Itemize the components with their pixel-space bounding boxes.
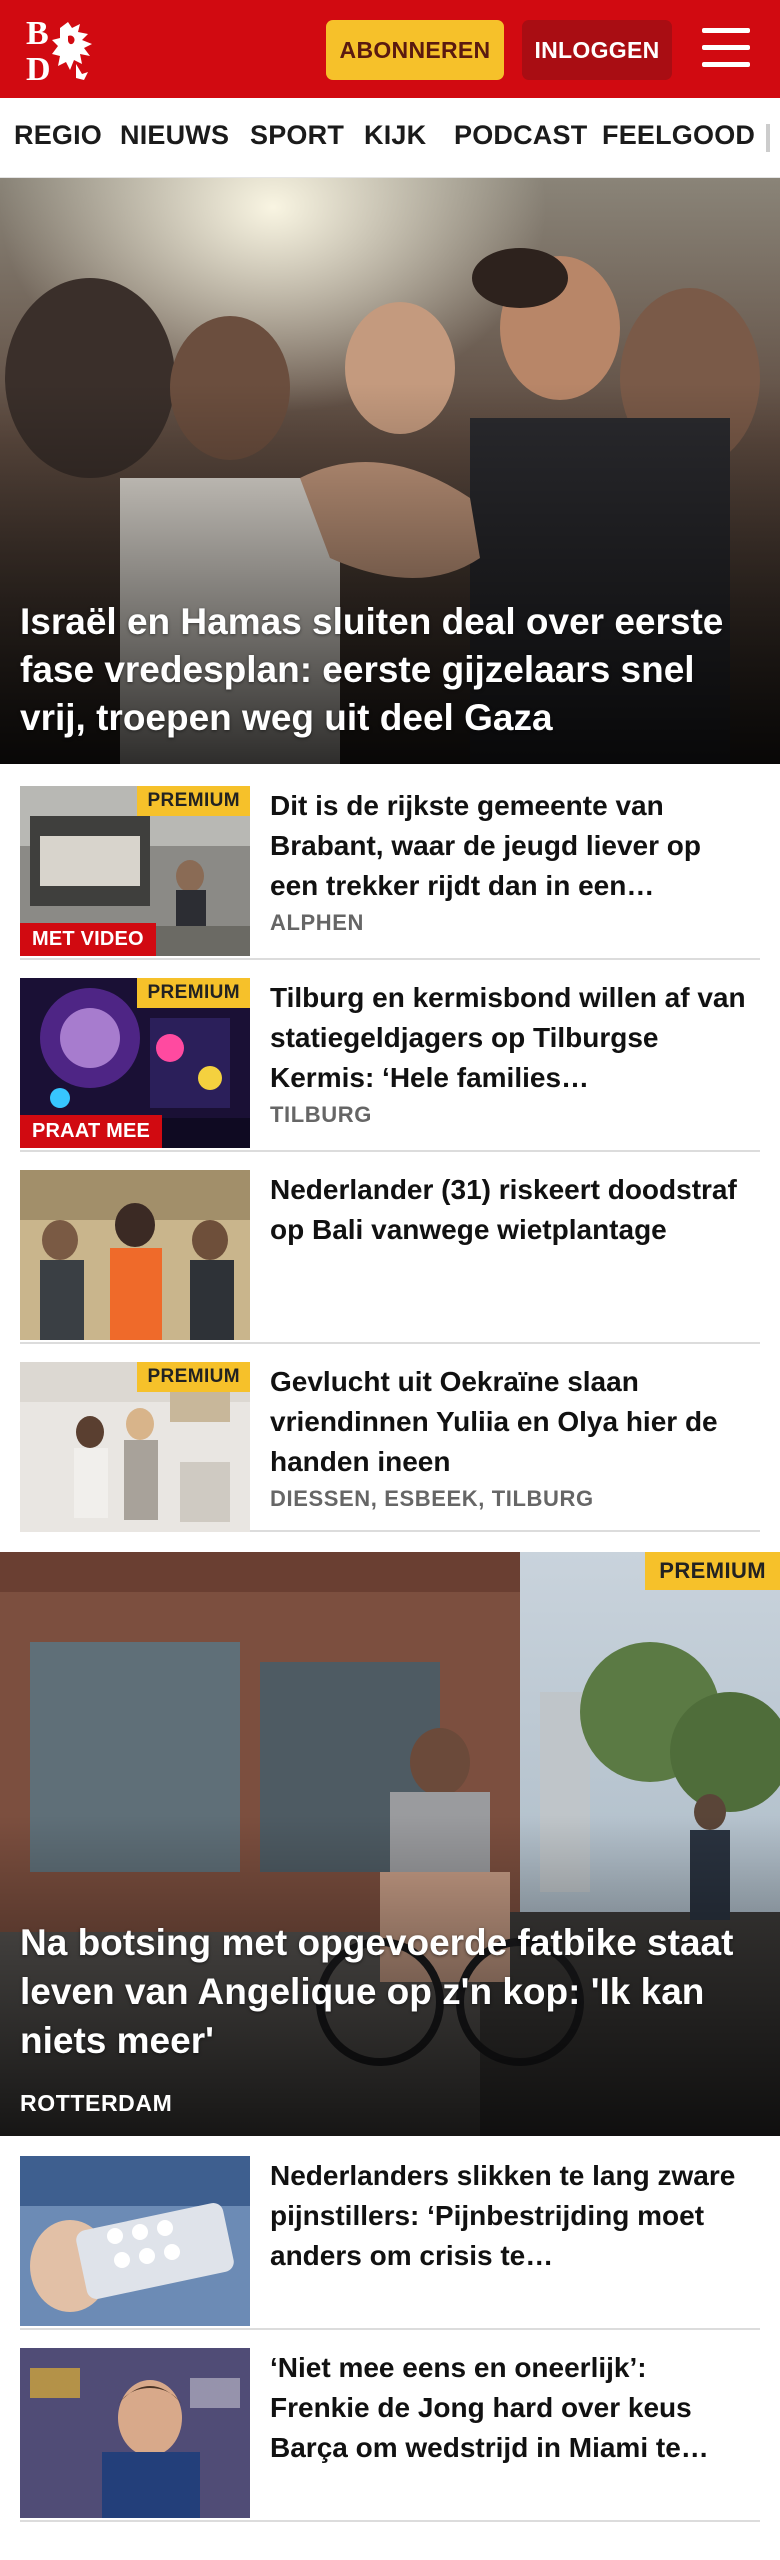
nav-item-kijk[interactable]: KIJK xyxy=(364,120,426,151)
hamburger-menu-icon[interactable] xyxy=(696,24,756,74)
article-title[interactable]: Tilburg en kermisbond willen af van stat… xyxy=(270,978,750,1098)
article-location: DIESSEN, ESBEEK, TILBURG xyxy=(270,1486,594,1511)
nav-item-feelgood[interactable]: FEELGOOD xyxy=(602,120,755,151)
article-card[interactable]: ‘Niet mee eens en oneerlijk’: Frenkie de… xyxy=(20,2348,760,2522)
premium-badge: PREMIUM xyxy=(137,978,250,1008)
subscribe-button[interactable]: ABONNEREN xyxy=(326,20,504,80)
thumbnail-image xyxy=(20,2156,250,2326)
hero-title[interactable]: Israël en Hamas sluiten deal over eerste… xyxy=(20,598,756,742)
svg-text:D: D xyxy=(26,51,51,84)
video-tag: MET VIDEO xyxy=(20,923,156,956)
bd-logo[interactable]: B D xyxy=(24,14,116,88)
nav-item-regio[interactable]: REGIO xyxy=(14,120,102,151)
login-button[interactable]: INLOGGEN xyxy=(522,20,672,80)
discussion-tag: PRAAT MEE xyxy=(20,1115,163,1148)
feature-article[interactable]: PREMIUM Na botsing met opgevoerde fatbik… xyxy=(0,1552,780,2136)
bd-logo-icon: B D xyxy=(26,15,92,88)
article-location: TILBURG xyxy=(270,1102,372,1127)
thumbnail-image xyxy=(20,1170,250,1340)
article-title[interactable]: Gevlucht uit Oekraïne slaan vriendinnen … xyxy=(270,1362,750,1482)
article-card[interactable]: PREMIUM Gevlucht uit Oekraïne slaan vrie… xyxy=(20,1362,760,1532)
article-card[interactable]: Nederlanders slikken te lang zware pijns… xyxy=(20,2156,760,2330)
article-thumbnail: PREMIUM PRAAT MEE xyxy=(20,978,250,1148)
article-thumbnail xyxy=(20,2156,250,2326)
article-title[interactable]: Nederlanders slikken te lang zware pijns… xyxy=(270,2156,750,2276)
article-title[interactable]: Nederlander (31) riskeert doodstraf op B… xyxy=(270,1170,750,1250)
premium-badge: PREMIUM xyxy=(137,1362,250,1392)
article-card[interactable]: Nederlander (31) riskeert doodstraf op B… xyxy=(20,1170,760,1344)
nav-scroll-hint xyxy=(766,124,770,152)
feature-title[interactable]: Na botsing met opgevoerde fatbike staat … xyxy=(20,1918,764,2065)
svg-text:B: B xyxy=(26,15,49,52)
feature-location: ROTTERDAM xyxy=(20,2090,173,2116)
article-title[interactable]: Dit is de rijkste gemeente van Brabant, … xyxy=(270,786,750,906)
premium-badge: PREMIUM xyxy=(645,1552,780,1590)
thumbnail-image xyxy=(20,2348,250,2518)
article-thumbnail xyxy=(20,1170,250,1340)
article-thumbnail: PREMIUM MET VIDEO xyxy=(20,786,250,956)
top-bar: B D ABONNEREN INLOGGEN xyxy=(0,0,780,98)
nav-item-nieuws[interactable]: NIEUWS xyxy=(120,120,229,151)
article-card[interactable]: PREMIUM MET VIDEO Dit is de rijkste geme… xyxy=(20,786,760,960)
nav-item-sport[interactable]: SPORT xyxy=(250,120,344,151)
article-location: ALPHEN xyxy=(270,910,365,935)
premium-badge: PREMIUM xyxy=(137,786,250,816)
article-thumbnail xyxy=(20,2348,250,2518)
nav-item-podcast[interactable]: PODCAST xyxy=(454,120,587,151)
hero-article[interactable]: Israël en Hamas sluiten deal over eerste… xyxy=(0,178,780,764)
article-title[interactable]: ‘Niet mee eens en oneerlijk’: Frenkie de… xyxy=(270,2348,750,2468)
article-thumbnail: PREMIUM xyxy=(20,1362,250,1532)
article-card[interactable]: PREMIUM PRAAT MEE Tilburg en kermisbond … xyxy=(20,978,760,1152)
section-nav: REGIO NIEUWS SPORT KIJK PODCAST FEELGOOD xyxy=(0,98,780,178)
